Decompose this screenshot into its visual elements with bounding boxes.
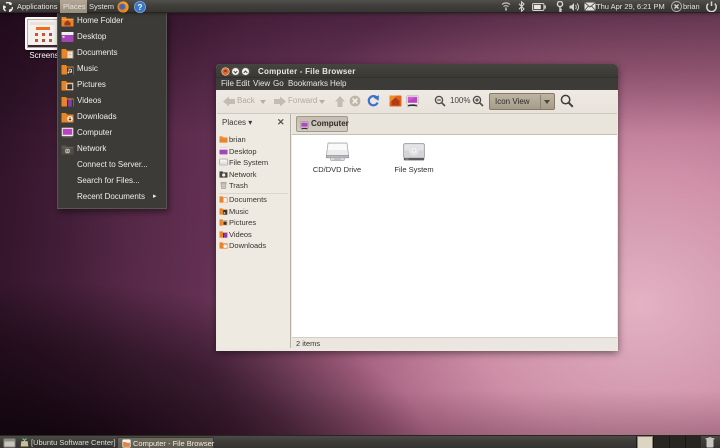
svg-text:?: ? — [138, 2, 143, 11]
